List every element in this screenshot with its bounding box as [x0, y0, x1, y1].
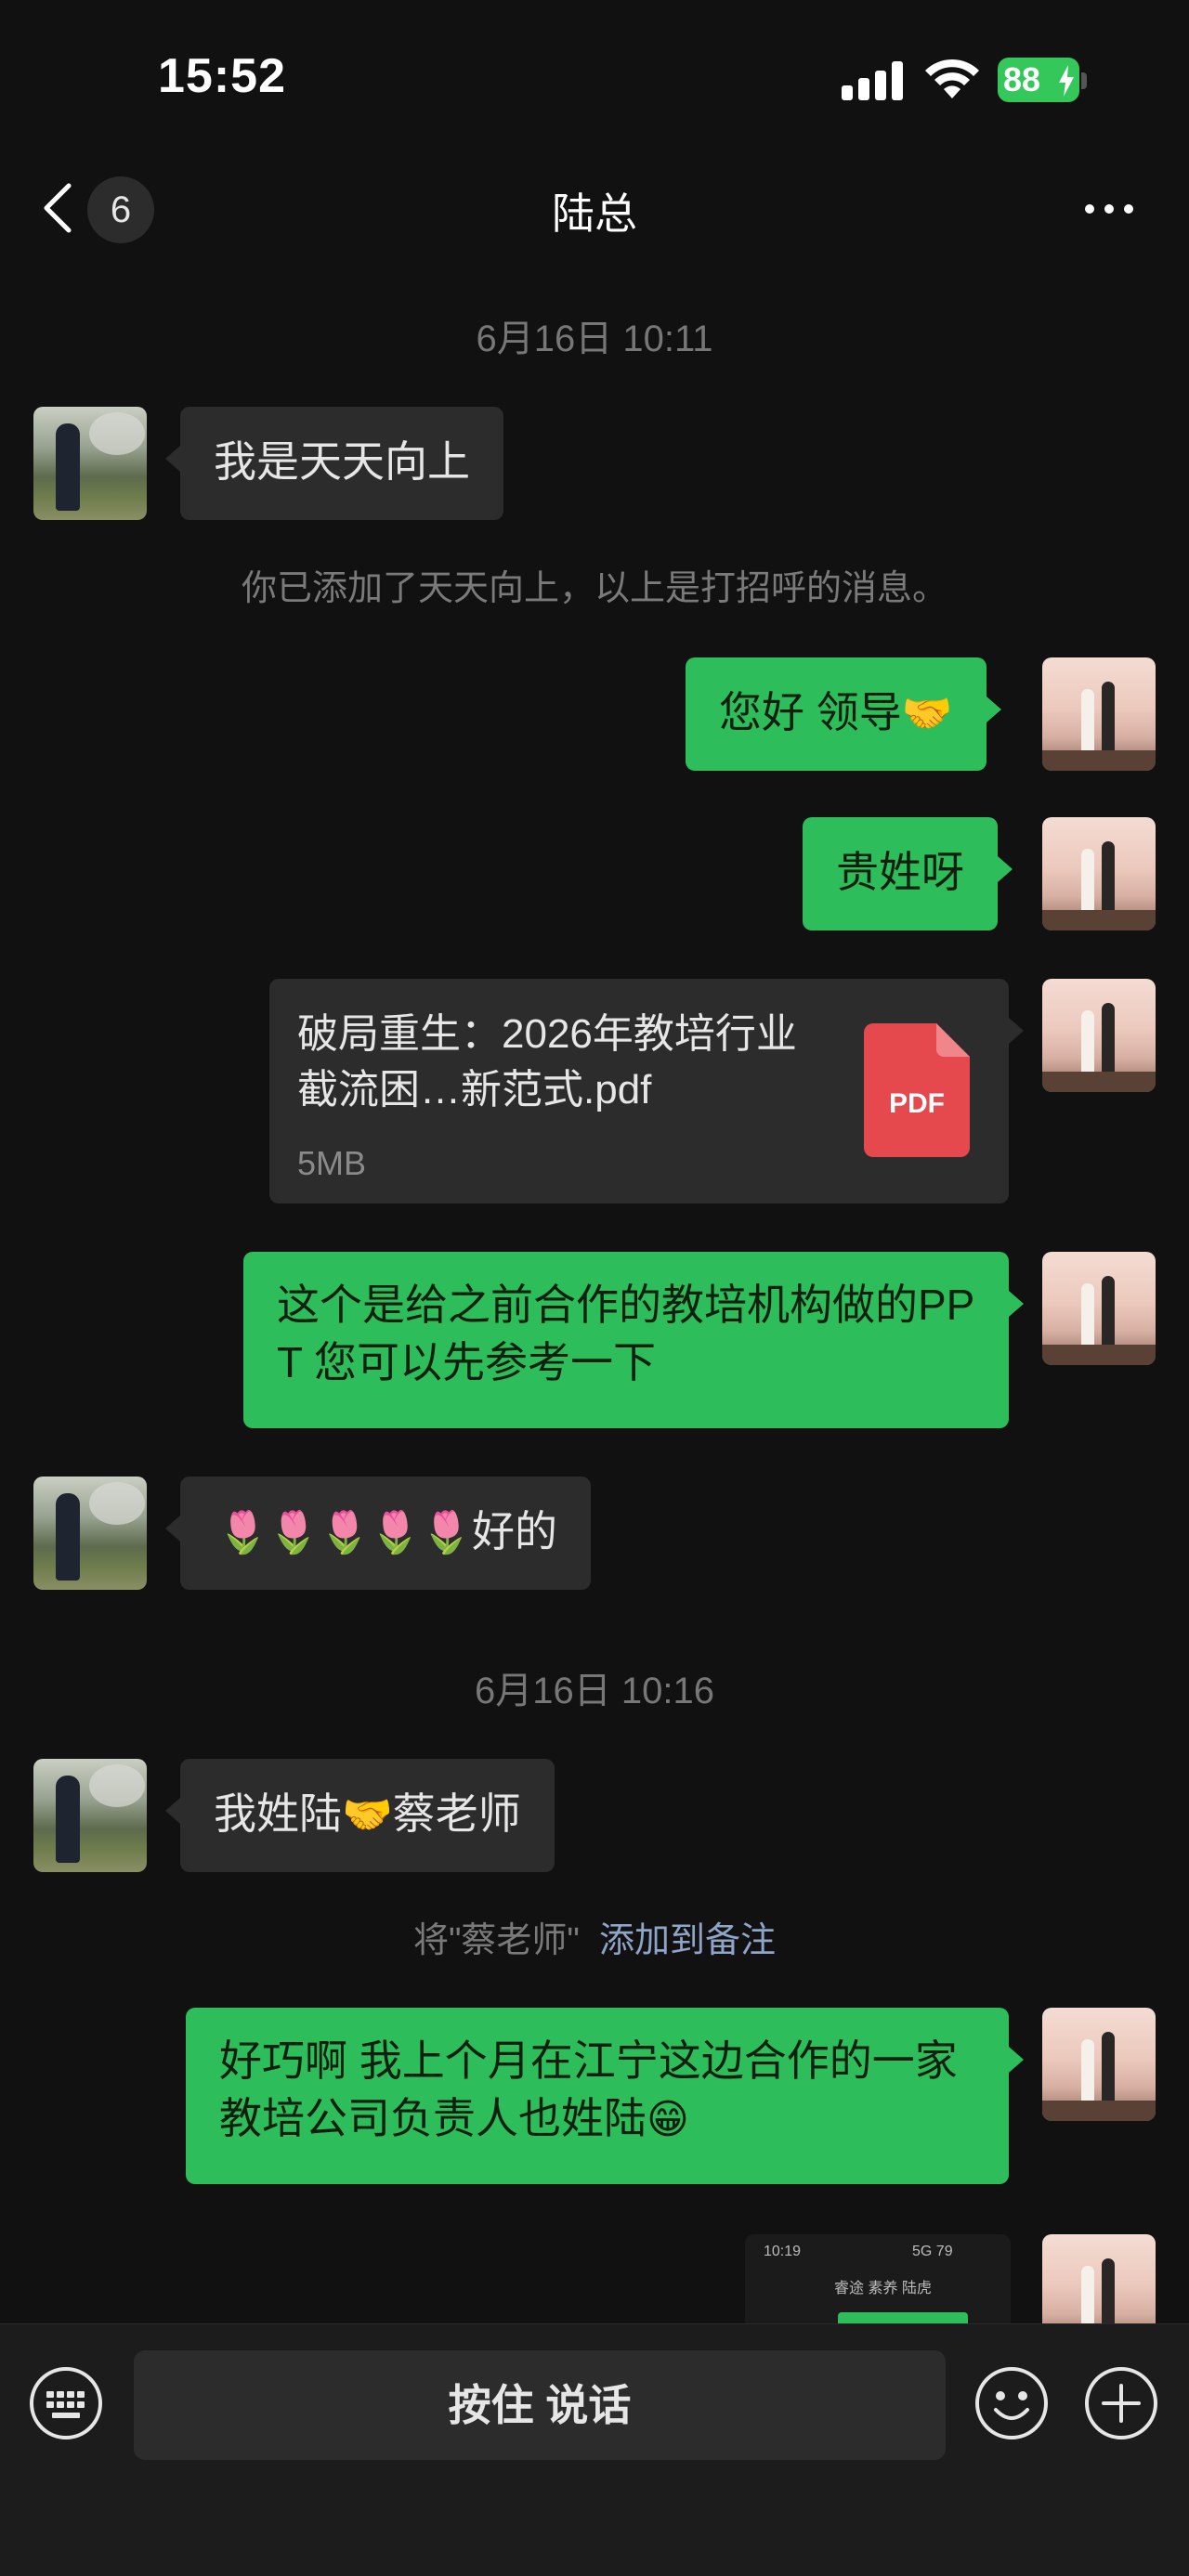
chat-title: 陆总 — [552, 189, 637, 238]
preview-battery: 79 — [935, 2244, 953, 2259]
my-avatar[interactable] — [1042, 657, 1156, 771]
my-avatar[interactable] — [1042, 817, 1156, 930]
keyboard-icon[interactable] — [28, 2365, 104, 2441]
message-text: 好的 — [471, 1507, 557, 1555]
message-bubble-sent[interactable]: 这个是给之前合作的教培机构做的PP T 您可以先参考一下 — [243, 1252, 1024, 1428]
message-text: 蔡老师 — [392, 1789, 521, 1838]
tulip-emoji: 🌷🌷🌷🌷🌷 — [217, 1510, 472, 1555]
preview-time: 10:19 — [764, 2244, 802, 2259]
preview-status: 5G 79 — [912, 2244, 953, 2260]
my-avatar[interactable] — [1042, 979, 1156, 1092]
message-text: 我姓陆 — [214, 1789, 342, 1838]
screenshot-image-message[interactable]: 10:19 5G 79 睿途 素养 陆虎 — [745, 2234, 1011, 2323]
chat-message-list[interactable]: 6月16日 10:11 我是天天向上 你已添加了天天向上，以上是打招呼的消息。 … — [0, 260, 1189, 2323]
message-bubble-received[interactable]: 我姓陆🤝蔡老师 — [165, 1759, 555, 1872]
handshake-emoji: 🤝 — [342, 1792, 393, 1838]
charging-bolt-icon — [1059, 65, 1074, 97]
message-text: 我是天天向上 — [214, 437, 470, 486]
message-bubble-received[interactable]: 🌷🌷🌷🌷🌷好的 — [165, 1477, 591, 1590]
status-bar: 15:52 88 — [0, 0, 1189, 158]
preview-bubble — [838, 2312, 968, 2323]
message-timestamp: 6月16日 10:11 — [476, 319, 713, 359]
wifi-icon — [925, 59, 979, 98]
message-bubble-sent[interactable]: 贵姓呀 — [803, 817, 1013, 930]
file-message-card[interactable]: 破局重生：2026年教培行业截流困…新范式.pdf 5MB PDF — [269, 979, 1024, 1203]
add-remark-link[interactable]: 添加到备注 — [599, 1921, 776, 1960]
remark-prefix: 将"蔡老师" — [412, 1921, 580, 1960]
hold-to-talk-button[interactable]: 按住 说话 — [134, 2350, 946, 2460]
status-time: 15:52 — [158, 49, 286, 103]
my-avatar[interactable] — [1042, 2008, 1156, 2121]
plus-icon[interactable] — [1083, 2365, 1159, 2441]
cellular-signal-icon — [842, 61, 905, 100]
message-text: 您好 领导 — [719, 688, 902, 736]
battery-tip — [1081, 72, 1087, 89]
message-text: 这个是给之前合作的教培机构做的PP T 您可以先参考一下 — [277, 1281, 974, 1386]
grinning-emoji: 😁 — [647, 2097, 689, 2142]
emoji-icon[interactable] — [973, 2365, 1050, 2441]
nav-bar: 6 陆总 — [0, 158, 1189, 260]
input-bar: 按住 说话 — [0, 2323, 1189, 2576]
my-avatar[interactable] — [1042, 2234, 1156, 2323]
message-bubble-received[interactable]: 我是天天向上 — [165, 407, 503, 520]
file-size: 5MB — [297, 1144, 367, 1182]
more-options-icon[interactable] — [1081, 195, 1137, 223]
file-name: 破局重生：2026年教培行业截流困…新范式.pdf — [297, 1011, 797, 1112]
contact-avatar[interactable] — [33, 407, 147, 520]
back-chevron-icon[interactable] — [37, 180, 78, 236]
preview-signal: 5G — [912, 2244, 933, 2259]
message-bubble-sent[interactable]: 好巧啊 我上个月在江宁这边合作的一家教培公司负责人也姓陆😁 — [186, 2008, 1024, 2184]
message-bubble-sent[interactable]: 您好 领导🤝 — [686, 657, 1001, 771]
unread-count-badge[interactable]: 6 — [87, 176, 154, 243]
pdf-type-label: PDF — [889, 1088, 945, 1119]
system-notice: 你已添加了天天向上，以上是打招呼的消息。 — [241, 569, 947, 608]
message-text: 好巧啊 我上个月在江宁这边合作的一家教培公司负责人也姓陆 — [219, 2036, 958, 2142]
contact-avatar[interactable] — [33, 1477, 147, 1590]
message-text: 贵姓呀 — [836, 848, 964, 896]
contact-avatar[interactable] — [33, 1759, 147, 1872]
remark-suggestion: 将"蔡老师" 添加到备注 — [0, 1911, 1189, 1962]
message-timestamp: 6月16日 10:16 — [475, 1671, 714, 1711]
my-avatar[interactable] — [1042, 1252, 1156, 1365]
preview-title: 睿途 素养 陆虎 — [834, 2281, 932, 2296]
handshake-emoji: 🤝 — [901, 691, 953, 736]
